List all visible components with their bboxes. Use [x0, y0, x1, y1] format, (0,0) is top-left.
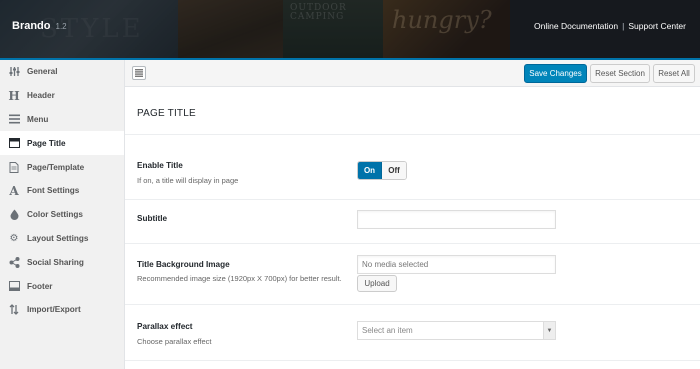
sidebar-item-label: Footer: [27, 281, 53, 291]
font-icon: A: [9, 183, 19, 198]
sidebar-item-label: Font Settings: [27, 186, 80, 196]
sidebar-item-color-settings[interactable]: Color Settings: [0, 203, 124, 227]
brand: Brando 1.2: [12, 20, 67, 32]
expand-options-button[interactable]: [132, 66, 146, 80]
expand-icon: [135, 69, 143, 77]
heading-icon: H: [8, 88, 20, 103]
droplet-icon: [8, 209, 20, 221]
divider: [125, 134, 700, 135]
section-title: PAGE TITLE: [137, 108, 196, 119]
divider: [125, 199, 700, 200]
toggle-on-button[interactable]: On: [358, 162, 382, 179]
reset-section-button[interactable]: Reset Section: [590, 64, 650, 83]
sidebar-item-label: Header: [27, 91, 55, 101]
top-header: STYLE OUTDOOR CAMPING hungry? Brando 1.2 …: [0, 0, 700, 58]
brand-version: 1.2: [55, 22, 67, 31]
import-export-icon: [8, 304, 20, 316]
sidebar-item-general[interactable]: General: [0, 60, 124, 84]
sidebar-item-menu[interactable]: Menu: [0, 108, 124, 132]
sidebar-item-footer[interactable]: Footer: [0, 274, 124, 298]
sidebar-item-font-settings[interactable]: A Font Settings: [0, 179, 124, 203]
sidebar-item-label: General: [27, 67, 58, 77]
page-title-icon: [8, 137, 20, 149]
divider: [125, 243, 700, 244]
subtitle-input[interactable]: [357, 210, 556, 229]
chevron-down-icon: ▼: [543, 322, 555, 339]
reset-all-button[interactable]: Reset All: [653, 64, 695, 83]
sidebar-item-page-title[interactable]: Page Title: [0, 131, 124, 156]
sidebar: General H Header Menu Page Title Page/Te…: [0, 60, 124, 369]
main-panel: Save Changes Reset Section Reset All PAG…: [124, 60, 700, 369]
subtitle-label: Subtitle: [137, 214, 168, 223]
enable-title-toggle: On Off: [357, 161, 407, 180]
title-background-description: Recommended image size (1920px X 700px) …: [137, 274, 342, 283]
sidebar-item-header[interactable]: H Header: [0, 84, 124, 108]
sidebar-item-label: Menu: [27, 114, 49, 124]
sidebar-item-label: Layout Settings: [27, 233, 89, 243]
divider: [125, 304, 700, 305]
page-icon: [8, 161, 20, 173]
media-url-field[interactable]: No media selected: [357, 255, 556, 274]
enable-title-label: Enable Title: [137, 161, 183, 170]
brand-name: Brando: [12, 20, 51, 32]
parallax-select-value: Select an item: [362, 326, 413, 335]
sidebar-item-page-template[interactable]: Page/Template: [0, 155, 124, 179]
support-center-link[interactable]: Support Center: [628, 21, 686, 31]
divider: [125, 360, 700, 361]
parallax-description: Choose parallax effect: [137, 337, 212, 346]
save-changes-button[interactable]: Save Changes: [524, 64, 587, 83]
enable-title-description: If on, a title will display in page: [137, 176, 239, 185]
gears-icon: ⚙: [9, 232, 19, 244]
sidebar-item-label: Color Settings: [27, 210, 83, 220]
header-links: Online Documentation | Support Center: [534, 21, 686, 31]
sidebar-item-label: Page Title: [27, 138, 66, 148]
title-background-label: Title Background Image: [137, 260, 230, 269]
sidebar-item-label: Social Sharing: [27, 257, 84, 267]
footer-icon: [8, 280, 20, 292]
sidebar-item-label: Page/Template: [27, 162, 85, 172]
sidebar-item-social-sharing[interactable]: Social Sharing: [0, 250, 124, 274]
sidebar-item-import-export[interactable]: Import/Export: [0, 298, 124, 322]
sidebar-item-layout-settings[interactable]: ⚙ Layout Settings: [0, 227, 124, 251]
parallax-label: Parallax effect: [137, 322, 193, 331]
upload-button[interactable]: Upload: [357, 275, 397, 292]
link-separator: |: [622, 21, 625, 31]
online-documentation-link[interactable]: Online Documentation: [534, 21, 618, 31]
share-icon: [8, 256, 20, 268]
sidebar-item-label: Import/Export: [27, 305, 81, 315]
toggle-off-button[interactable]: Off: [382, 162, 406, 179]
menu-icon: [8, 113, 20, 125]
options-toolbar: Save Changes Reset Section Reset All: [125, 60, 700, 87]
parallax-select[interactable]: Select an item ▼: [357, 321, 556, 340]
sliders-icon: [8, 66, 20, 78]
